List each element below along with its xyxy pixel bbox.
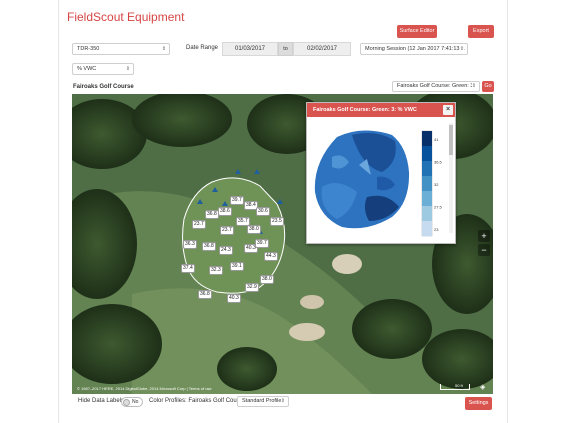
reading-label: 23.7 (220, 226, 234, 235)
legend-color-step (422, 221, 432, 237)
legend-color-step (422, 161, 432, 177)
reading-label: 36.3 (183, 240, 197, 249)
green-detail-popup: Fairoaks Golf Course: Green: 3: % VWC × … (306, 102, 456, 244)
go-button[interactable]: Go (482, 81, 494, 92)
layers-icon[interactable]: ◈ (480, 383, 485, 391)
reading-label: 32.9 (245, 283, 259, 292)
green-select-value: Fairoaks Golf Course: Green: 3 (397, 83, 474, 89)
legend-tick-label: 32 (434, 182, 439, 187)
end-date-field[interactable]: 02/02/2017 (293, 42, 351, 56)
reading-label: 36.8 (198, 290, 212, 299)
close-icon[interactable]: × (443, 105, 453, 115)
reading-label: 30.6 (256, 207, 270, 216)
scale-bar: 50 ft (440, 383, 470, 390)
profile-select[interactable]: Standard Profile ⇕ (237, 396, 289, 407)
to-label: to (278, 42, 293, 56)
legend-color-step (422, 146, 432, 162)
reading-label: 24.3 (219, 246, 233, 255)
reading-label: 40.3 (227, 294, 241, 303)
green-select[interactable]: Fairoaks Golf Course: Green: 3 ⇕ (392, 81, 480, 92)
device-select[interactable]: TDR-350 ⇕ (72, 43, 170, 55)
map-attribution: © 1987–2017 HERE, 2014 DigitalGlobe, 201… (77, 386, 212, 391)
zoom-out-button[interactable]: − (478, 244, 490, 256)
date-range-label: Date Range (186, 45, 219, 51)
course-title: Fairoaks Golf Course (73, 84, 134, 90)
reading-label: 38.0 (260, 275, 274, 284)
reading-label: 32.3 (209, 266, 223, 275)
export-button[interactable]: Export (468, 25, 494, 38)
settings-button[interactable]: Settings (465, 397, 492, 410)
session-select[interactable]: Morning Session (12 Jan 2017 7:41:13 A ⇕ (360, 43, 468, 55)
legend-tick-label: 41 (434, 137, 439, 142)
legend-color-step (422, 131, 432, 147)
app-title: FieldScout Equipment (67, 10, 185, 24)
device-select-value: TDR-350 (77, 46, 100, 52)
legend-tick-label: 27.5 (434, 205, 443, 210)
chevron-updown-icon: ⇕ (459, 44, 464, 54)
color-profiles-label: Color Profiles: Fairoaks Golf Course (149, 398, 246, 404)
reading-label: 39.7 (230, 196, 244, 205)
surface-editor-button[interactable]: Surface Editor (397, 25, 437, 38)
start-date-field[interactable]: 01/03/2017 (222, 42, 278, 56)
reading-label: 23.5 (270, 217, 284, 226)
color-legend: 41 36.5 32 27.5 23 (421, 130, 443, 237)
hide-data-labels-label: Hide Data Labels (78, 398, 125, 404)
toggle-knob (123, 399, 130, 406)
scale-label: 50 ft (455, 383, 463, 388)
reading-label: 44.3 (264, 252, 278, 261)
green-heatmap: 41 36.5 32 27.5 23 (314, 123, 453, 237)
chevron-updown-icon: ⇕ (280, 397, 285, 406)
reading-label: 23.7 (192, 220, 206, 229)
popup-title: Fairoaks Golf Course: Green: 3: % VWC (313, 107, 417, 113)
legend-color-step (422, 176, 432, 192)
reading-label: 39.7 (255, 239, 269, 248)
chevron-updown-icon: ⇕ (161, 46, 166, 52)
chevron-updown-icon: ⇕ (125, 66, 130, 72)
measure-select[interactable]: % VWC ⇕ (72, 63, 134, 75)
reading-label: 37.4 (181, 264, 195, 273)
legend-color-step (422, 191, 432, 207)
profile-select-value: Standard Profile (242, 398, 282, 404)
hide-data-labels-toggle[interactable]: No (121, 397, 143, 407)
popup-header: Fairoaks Golf Course: Green: 3: % VWC × (307, 103, 455, 117)
legend-tick-label: 23 (434, 227, 439, 232)
reading-label: 36.8 (202, 242, 216, 251)
legend-color-step (422, 206, 432, 222)
reading-label: 36.8 (205, 210, 219, 219)
zoom-in-button[interactable]: + (478, 230, 490, 242)
toggle-state: No (132, 399, 139, 405)
chevron-updown-icon: ⇕ (471, 82, 476, 91)
legend-tick-label: 36.5 (434, 160, 443, 165)
reading-label: 38.0 (247, 225, 261, 234)
reading-label: 38.6 (218, 207, 232, 216)
reading-label: 39.1 (230, 262, 244, 271)
session-select-value: Morning Session (12 Jan 2017 7:41:13 A (365, 46, 465, 52)
measure-select-value: % VWC (77, 66, 97, 72)
